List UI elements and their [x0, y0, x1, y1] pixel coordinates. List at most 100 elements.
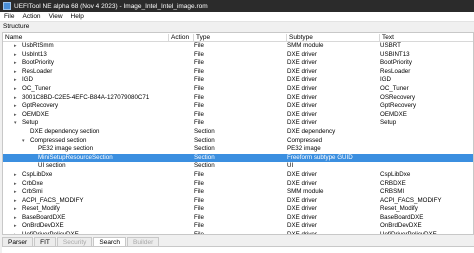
row-type: File [194, 67, 204, 75]
column-header-action[interactable]: Action [169, 34, 194, 42]
row-text: ResLoader [380, 67, 411, 75]
row-name: GptRecovery [22, 102, 59, 110]
tree-row[interactable]: ▸ IGD File DXE driver IGD [3, 76, 473, 85]
row-type: File [194, 205, 204, 213]
row-name: PE32 image section [38, 145, 94, 153]
row-type: File [194, 170, 204, 178]
row-type: File [194, 93, 204, 101]
row-subtype: Compressed [287, 136, 323, 144]
row-text: UefiDriverPolicyDXE [380, 231, 437, 235]
row-name: CspLibDxe [22, 170, 53, 178]
row-subtype: DXE driver [287, 213, 317, 221]
tree-row[interactable]: ▸ BootPriority File DXE driver BootPriority [3, 59, 473, 68]
tree-row[interactable]: DXE dependency section Section DXE depende… [3, 128, 473, 137]
row-name: ACPI_FACS_MODIFY [22, 196, 84, 204]
row-type: File [194, 84, 204, 92]
tree-row[interactable]: ▸UefiDriverPolicyDXEFileDXE driverUefiDr… [3, 231, 473, 235]
row-subtype: DXE driver [287, 231, 317, 235]
menu-bar: File Action View Help [0, 12, 474, 22]
tree-row[interactable]: ▸ OEMDXE File DXE driver OEMDXE [3, 111, 473, 120]
row-text: BaseBoardDXE [380, 213, 424, 221]
row-text: USBRT [380, 42, 401, 49]
row-name: OEMDXE [22, 110, 49, 118]
structure-tree[interactable]: Name Action Type Subtype Text ▸ UsbRtSmm F… [2, 32, 474, 235]
tree-row[interactable]: ▸ OnBrdDevDXE File DXE driver OnBrdDevDXE [3, 222, 473, 231]
tree-row[interactable]: ▸ CspLibDxe File DXE driver CspLibDxe [3, 171, 473, 180]
row-name: OC_Tuner [22, 84, 51, 92]
tree-row[interactable]: ▸ OC_Tuner File DXE driver OC_Tuner [3, 85, 473, 94]
row-type: File [194, 196, 204, 204]
title-bar: UEFITool NE alpha 68 (Nov 4 2023) - Imag… [0, 0, 474, 12]
row-name: Reset_Modify [22, 205, 60, 213]
row-type: File [194, 213, 204, 221]
column-header-text[interactable]: Text [380, 34, 473, 42]
row-type: File [194, 110, 204, 118]
row-subtype: DXE dependency [287, 127, 336, 135]
row-subtype: DXE driver [287, 196, 317, 204]
row-name: UI section [38, 162, 66, 170]
row-subtype: DXE driver [287, 205, 317, 213]
window-title: UEFITool NE alpha 68 (Nov 4 2023) - Imag… [14, 2, 208, 10]
row-type: Section [194, 136, 215, 144]
tree-row[interactable]: MiniSetupResourceSection Section Freeform … [3, 153, 473, 163]
tree-row[interactable]: ▸ GptRecovery File DXE driver GptRecovery [3, 102, 473, 111]
row-type: Section [194, 162, 215, 170]
tree-row[interactable]: ▸ CrbSmi File SMM module CRBSMI [3, 188, 473, 197]
column-header-type[interactable]: Type [194, 34, 287, 42]
menu-view[interactable]: View [45, 13, 67, 20]
column-header-subtype[interactable]: Subtype [287, 34, 380, 42]
row-text: CRBSMI [380, 188, 405, 196]
row-subtype: DXE driver [287, 222, 317, 230]
tree-row[interactable]: ▸ UsbInt13 File DXE driver USBINT13 [3, 51, 473, 60]
row-subtype: DXE driver [287, 102, 317, 110]
menu-help[interactable]: Help [67, 13, 88, 20]
row-name: UefiDriverPolicyDXE [22, 231, 79, 235]
row-name: CrbDxe [22, 179, 43, 187]
row-type: File [194, 119, 204, 127]
row-text: CRBDXE [380, 179, 406, 187]
row-type: File [194, 50, 204, 58]
menu-action[interactable]: Action [18, 13, 44, 20]
row-type: File [194, 76, 204, 84]
row-name: IGD [22, 76, 34, 84]
app-icon [3, 2, 11, 10]
tree-row[interactable]: UI section Section UI [3, 162, 473, 171]
row-subtype: SMM module [287, 42, 324, 49]
tree-row[interactable]: ▸ CrbDxe File DXE driver CRBDXE [3, 180, 473, 189]
row-text: ACPI_FACS_MODIFY [380, 196, 442, 204]
row-type: Section [194, 145, 215, 153]
row-text: CspLibDxe [380, 170, 411, 178]
tree-row[interactable]: ▸ ACPI_FACS_MODIFY File DXE driver ACPI_FACS… [3, 197, 473, 206]
row-subtype: DXE driver [287, 59, 317, 67]
menu-file[interactable]: File [0, 13, 18, 20]
row-subtype: UI [287, 162, 294, 170]
row-type: Section [194, 153, 215, 161]
row-type: File [194, 59, 204, 67]
column-header-name[interactable]: Name [3, 34, 169, 42]
tree-header: Name Action Type Subtype Text [3, 33, 473, 42]
row-name: OnBrdDevDXE [22, 222, 64, 230]
row-name: BaseBoardDXE [22, 213, 66, 221]
tree-row[interactable]: ▾ Setup File DXE driver Setup [3, 119, 473, 128]
row-text: Reset_Modify [380, 205, 418, 213]
tree-row[interactable]: ▸ 3001C8BD-C2E5-4EFC-B84A-127079080C71 Fil… [3, 94, 473, 103]
row-text: GptRecovery [380, 102, 417, 110]
row-subtype: DXE driver [287, 110, 317, 118]
row-subtype: DXE driver [287, 119, 317, 127]
row-name: MiniSetupResourceSection [38, 153, 113, 161]
row-name: CrbSmi [22, 188, 43, 196]
row-subtype: DXE driver [287, 179, 317, 187]
row-text: OSRecovery [380, 93, 416, 101]
structure-label: Structure [3, 23, 30, 30]
tree-row[interactable]: ▸ BaseBoardDXE File DXE driver BaseBoardDXE [3, 214, 473, 223]
row-text: OnBrdDevDXE [380, 222, 422, 230]
tree-row[interactable]: ▸ ResLoader File DXE driver ResLoader [3, 68, 473, 77]
row-text: OC_Tuner [380, 84, 409, 92]
tree-row[interactable]: ▸ UsbRtSmm File SMM module USBRT [3, 42, 473, 51]
row-type: File [194, 231, 204, 235]
tree-row[interactable]: ▸ Reset_Modify File DXE driver Reset_Modify [3, 205, 473, 214]
tree-row[interactable]: ▾ Compressed section Section Compressed [3, 137, 473, 146]
row-name: ResLoader [22, 67, 53, 75]
messages-panel [2, 246, 474, 253]
tree-row[interactable]: PE32 image section Section PE32 image [3, 145, 473, 154]
